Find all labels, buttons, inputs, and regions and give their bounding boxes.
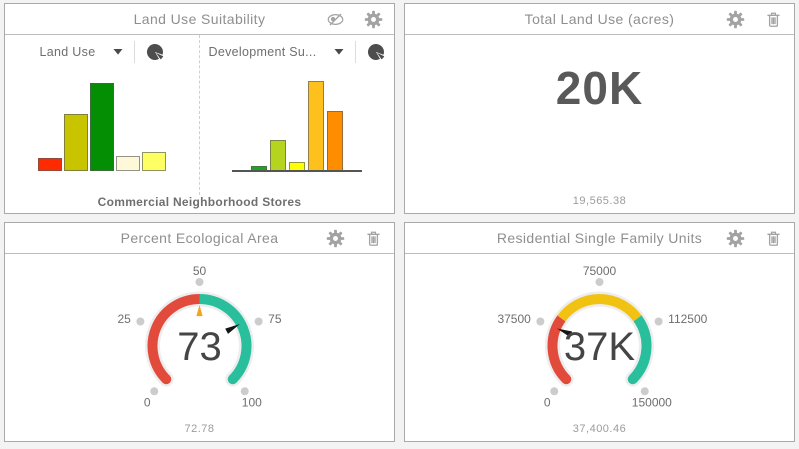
panel-land-use-suitability: Land Use Suitability bbox=[4, 3, 395, 214]
bar bbox=[308, 81, 324, 171]
header-icon-group bbox=[726, 4, 783, 34]
bar bbox=[90, 83, 114, 171]
svg-text:37500: 37500 bbox=[497, 312, 531, 326]
svg-text:0: 0 bbox=[544, 395, 551, 409]
chart-controls: Development Su... bbox=[200, 35, 394, 69]
svg-text:75: 75 bbox=[268, 312, 282, 326]
development-suitability-select[interactable]: Development Su... bbox=[209, 45, 345, 59]
panel-title: Land Use Suitability bbox=[134, 11, 266, 27]
pie-chart-toggle-icon[interactable] bbox=[146, 43, 164, 61]
svg-text:0: 0 bbox=[144, 395, 151, 409]
chevron-down-icon bbox=[334, 49, 344, 55]
trash-icon[interactable] bbox=[764, 229, 783, 248]
panel-total-land-use: Total Land Use (acres) bbox=[404, 3, 795, 214]
indicator-value: 20K bbox=[405, 61, 794, 115]
gauge-percent-ecological-area: 0 25 50 75 100 73 bbox=[5, 254, 394, 422]
pie-chart-toggle-icon[interactable] bbox=[367, 43, 385, 61]
control-divider bbox=[134, 41, 135, 63]
chevron-down-icon bbox=[113, 49, 123, 55]
svg-text:37K: 37K bbox=[564, 325, 635, 369]
svg-text:25: 25 bbox=[117, 312, 131, 326]
panel-header: Percent Ecological Area bbox=[5, 223, 394, 254]
svg-text:75000: 75000 bbox=[583, 264, 617, 278]
svg-text:73: 73 bbox=[177, 325, 222, 369]
header-icon-group bbox=[726, 223, 783, 253]
gauge-exact-value: 72.78 bbox=[5, 423, 394, 435]
bar bbox=[327, 111, 343, 171]
svg-text:112500: 112500 bbox=[668, 312, 707, 326]
panel-title: Residential Single Family Units bbox=[497, 230, 702, 246]
gauge-residential-single-family-units: 0 37500 75000 112500 150000 37K bbox=[405, 254, 794, 422]
settings-gear-icon[interactable] bbox=[326, 229, 345, 248]
bar bbox=[64, 114, 88, 171]
panel-header: Total Land Use (acres) bbox=[405, 4, 794, 35]
settings-gear-icon[interactable] bbox=[364, 10, 383, 29]
indicator-exact-value: 19,565.38 bbox=[405, 195, 794, 207]
bar-chart-development-suitability bbox=[200, 69, 394, 195]
header-icon-group bbox=[326, 4, 383, 34]
bar-chart-land-use bbox=[5, 69, 199, 195]
dashboard-page: Land Use Suitability bbox=[0, 0, 799, 449]
bar bbox=[142, 152, 166, 171]
trash-icon[interactable] bbox=[364, 229, 383, 248]
chart-half-development-suitability: Development Su... bbox=[200, 35, 394, 195]
gauge-exact-value: 37,400.46 bbox=[405, 423, 794, 435]
bar bbox=[116, 156, 140, 171]
chart-body: Land Use Development Su.. bbox=[5, 35, 394, 195]
panel-title: Percent Ecological Area bbox=[121, 230, 279, 246]
svg-text:100: 100 bbox=[242, 395, 262, 409]
settings-gear-icon[interactable] bbox=[726, 229, 745, 248]
trash-icon[interactable] bbox=[764, 10, 783, 29]
panel-header: Land Use Suitability bbox=[5, 4, 394, 35]
control-divider bbox=[355, 41, 356, 63]
svg-text:50: 50 bbox=[193, 264, 207, 278]
hidden-eye-icon[interactable] bbox=[326, 10, 345, 29]
land-use-select[interactable]: Land Use bbox=[40, 45, 124, 59]
svg-text:150000: 150000 bbox=[632, 395, 672, 409]
header-icon-group bbox=[326, 223, 383, 253]
bar bbox=[270, 140, 286, 171]
chart-caption: Commercial Neighborhood Stores bbox=[5, 195, 394, 209]
chart-half-land-use: Land Use bbox=[5, 35, 200, 195]
panel-percent-ecological-area: Percent Ecological Area bbox=[4, 222, 395, 442]
panel-header: Residential Single Family Units bbox=[405, 223, 794, 254]
select-label: Development Su... bbox=[209, 45, 317, 59]
bar bbox=[38, 158, 62, 171]
panel-residential-single-family-units: Residential Single Family Units bbox=[404, 222, 795, 442]
panel-title: Total Land Use (acres) bbox=[525, 11, 675, 27]
select-label: Land Use bbox=[40, 45, 96, 59]
chart-controls: Land Use bbox=[5, 35, 199, 69]
settings-gear-icon[interactable] bbox=[726, 10, 745, 29]
